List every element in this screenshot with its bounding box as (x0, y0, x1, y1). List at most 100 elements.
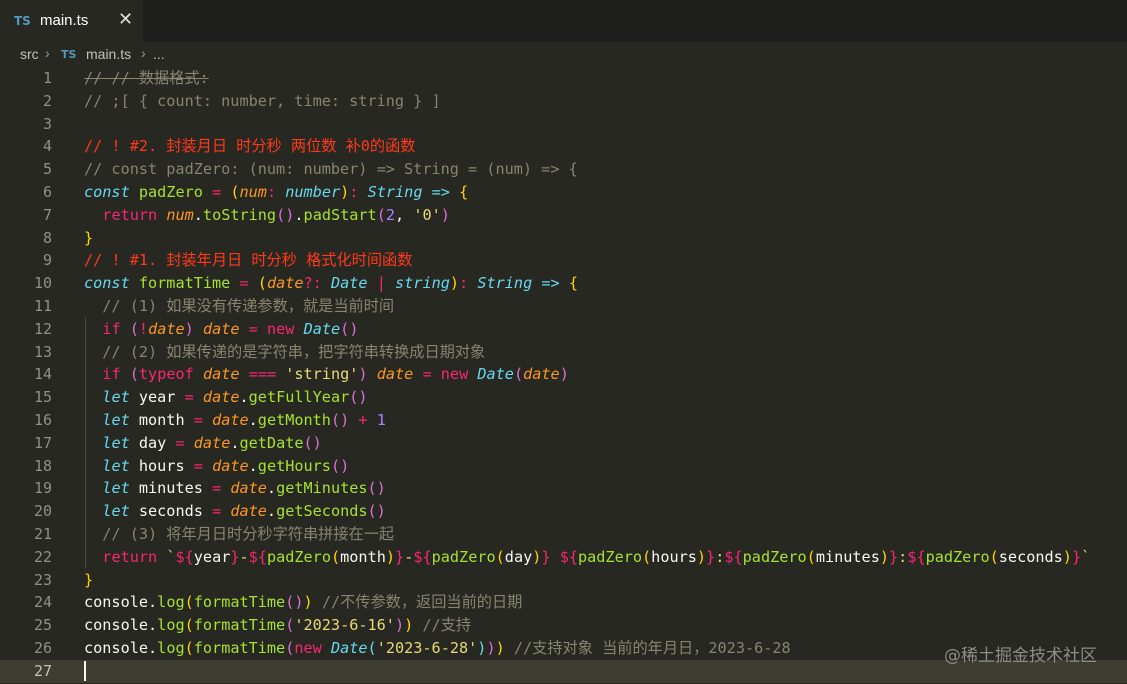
code-token: ) (376, 502, 386, 521)
code-line[interactable]: 18 let hours = date.getHours() (0, 455, 1127, 478)
code-line[interactable]: 12 if (!date) date = new Date() (0, 318, 1127, 341)
code-token: ) (394, 616, 405, 635)
code-token: date (230, 502, 267, 521)
code-token: - (404, 547, 414, 566)
code-token: 'string' (285, 365, 359, 384)
code-line[interactable]: 19 let minutes = date.getMinutes() (0, 477, 1127, 500)
code-token: ) (879, 547, 889, 566)
code-line[interactable]: 6 const padZero = (num: number): String =… (0, 181, 1127, 204)
code-line[interactable]: 5 // const padZero: (num: number) => Stri… (0, 158, 1127, 181)
close-icon[interactable]: ✕ (118, 9, 133, 30)
code-token: } (395, 547, 405, 566)
code-token: getMonth (257, 411, 331, 429)
code-token: ( (367, 639, 377, 657)
line-number: 4 (42, 137, 52, 156)
code-line[interactable]: 25 console.log(formatTime('2023-6-16')) /… (0, 614, 1127, 637)
code-line[interactable]: 9 // ! #1. 封装年月日 时分秒 格式化时间函数 (0, 249, 1127, 272)
code-token: : (715, 547, 725, 566)
code-text: const formatTime = (date?: Date | string… (84, 272, 578, 295)
code-token: ( (184, 593, 194, 612)
code-token: Date (330, 274, 368, 293)
code-token: = (212, 479, 222, 498)
code-token: padZero (742, 547, 807, 566)
code-line[interactable]: 20 let seconds = date.getSeconds() (0, 500, 1127, 523)
code-token: //支持对象 当前的年月日，2023-6-28 (504, 639, 791, 657)
code-token: ${ (724, 547, 743, 566)
code-token: . (193, 205, 203, 224)
code-token: new (440, 365, 469, 384)
code-token: ) (349, 319, 359, 338)
code-token: Date (303, 319, 341, 338)
code-token: // (2) 如果传递的是字符串，把字符串转换成日期对象 (84, 342, 486, 361)
breadcrumb-folder[interactable]: src (20, 46, 39, 62)
code-line[interactable]: 10 const formatTime = (date?: Date | stri… (0, 272, 1127, 295)
code-token: const (84, 183, 130, 201)
code-line[interactable]: 15 let year = date.getFullYear() (0, 386, 1127, 409)
code-line[interactable]: 8} (0, 227, 1127, 250)
code-editor[interactable]: 1 // // 数据格式: 2 // ;[ { count: number, time… (0, 66, 1127, 684)
tab-main-ts[interactable]: TS main.ts ✕ (0, 0, 143, 42)
code-token: padZero (266, 547, 331, 566)
code-token: '0' (413, 205, 441, 224)
code-token: formatTime (193, 616, 286, 635)
code-line[interactable]: 2 // ;[ { count: number, time: string } ] (0, 90, 1127, 113)
code-token: padZero (138, 183, 203, 201)
code-token: ) (184, 319, 194, 338)
code-token: ) (340, 183, 350, 201)
code-token: ( (495, 547, 505, 566)
code-line[interactable]: 1 // // 数据格式: (0, 67, 1127, 90)
code-token: : (459, 274, 469, 293)
code-token: new (267, 319, 295, 338)
code-token: => (431, 183, 450, 201)
code-token: Date (477, 365, 514, 384)
code-token: date (148, 319, 185, 338)
code-text: const padZero = (num: number): String =>… (84, 181, 468, 204)
code-line[interactable]: 13 // (2) 如果传递的是字符串，把字符串转换成日期对象 (0, 341, 1127, 364)
code-token: // const padZero: (num: number) => Strin… (84, 160, 578, 179)
code-text: // const padZero: (num: number) => Strin… (84, 158, 578, 181)
code-token: ) (486, 639, 496, 657)
code-line[interactable]: 14 if (typeof date === 'string') date = … (0, 363, 1127, 386)
code-token: = (212, 183, 222, 201)
code-line[interactable]: 3 (0, 113, 1127, 136)
code-line[interactable]: 7 return num.toString().padStart(2, '0') (0, 204, 1127, 227)
code-line[interactable]: 22 return `${year}-${padZero(month)}-${p… (0, 546, 1127, 569)
code-line[interactable]: 17 let day = date.getDate() (0, 432, 1127, 455)
line-number: 1 (42, 69, 52, 87)
line-number: 13 (33, 342, 52, 361)
code-token: //不传参数，返回当前的日期 (312, 593, 523, 612)
code-line[interactable]: 4 // ! #2. 封装月日 时分秒 两位数 补0的函数 (0, 135, 1127, 158)
breadcrumb-symbols[interactable]: ... (153, 46, 165, 62)
code-line[interactable]: 24 console.log(formatTime()) //不传参数，返回当前的… (0, 591, 1127, 614)
code-line[interactable]: 11 // (1) 如果没有传递参数，就是当前时间 (0, 295, 1127, 318)
code-line[interactable]: 16 let month = date.getMonth() + 1 (0, 409, 1127, 432)
code-token: log (157, 616, 185, 635)
code-token: date (202, 388, 240, 407)
code-token: ( (367, 502, 377, 521)
code-line[interactable]: 21 // (3) 将年月日时分秒字符串拼接在一起 (0, 523, 1127, 546)
code-line[interactable]: 23} (0, 569, 1127, 592)
code-token: ! (138, 319, 149, 338)
code-token: getSeconds (276, 502, 368, 521)
code-token: const (84, 274, 130, 293)
code-token: // // 数据格式: (84, 69, 209, 87)
code-token: . (266, 479, 277, 498)
code-token: - (239, 547, 249, 566)
code-token: ) (404, 616, 414, 635)
code-token: ( (184, 616, 194, 635)
code-token: let (102, 388, 130, 407)
code-token: + (358, 411, 368, 429)
code-token: minutes (815, 547, 880, 566)
code-token: ${ (248, 547, 267, 566)
breadcrumb-file[interactable]: main.ts (86, 46, 131, 62)
